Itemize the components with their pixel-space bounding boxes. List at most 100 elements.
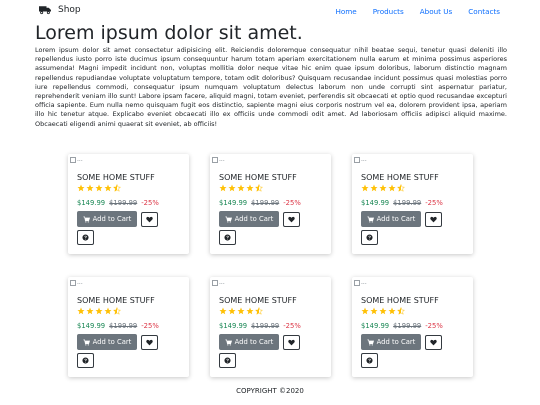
add-to-cart-label: Add to Cart	[92, 215, 132, 223]
product-old-price: $199.99	[251, 322, 280, 330]
star-icon	[104, 307, 112, 315]
product-name: SOME HOME STUFF	[77, 296, 155, 305]
add-to-cart-button[interactable]: Add to Cart	[77, 334, 137, 350]
star-icon	[255, 307, 263, 315]
product-card: ... SOME HOME STUFF $149.99 $199.99 -25% Add …	[210, 154, 331, 254]
help-button[interactable]	[77, 230, 94, 245]
product-name: SOME HOME STUFF	[219, 296, 297, 305]
help-button[interactable]	[77, 353, 94, 368]
product-image: ...	[70, 156, 83, 163]
add-to-cart-button[interactable]: Add to Cart	[361, 211, 421, 227]
favorite-button[interactable]	[141, 212, 158, 227]
star-icon	[104, 184, 112, 192]
star-icon	[113, 307, 121, 315]
star-icon	[237, 184, 245, 192]
product-prices: $149.99 $199.99 -25%	[219, 199, 301, 207]
product-card: ... SOME HOME STUFF $149.99 $199.99 -25% Add …	[210, 277, 331, 377]
star-icon	[95, 184, 103, 192]
star-icon	[397, 307, 405, 315]
cart-icon	[367, 216, 374, 223]
add-to-cart-button[interactable]: Add to Cart	[77, 211, 137, 227]
star-icon	[228, 184, 236, 192]
help-button[interactable]	[219, 353, 236, 368]
favorite-button[interactable]	[283, 335, 300, 350]
cart-icon	[225, 339, 232, 346]
star-icon	[361, 184, 369, 192]
product-image: ...	[212, 156, 225, 163]
cart-icon	[83, 216, 90, 223]
product-card: ... SOME HOME STUFF $149.99 $199.99 -25% Add …	[68, 277, 189, 377]
favorite-button[interactable]	[425, 212, 442, 227]
product-image-alt: ...	[77, 156, 83, 163]
truck-icon	[39, 6, 51, 15]
cart-icon	[225, 216, 232, 223]
add-to-cart-label: Add to Cart	[234, 338, 274, 346]
star-icon	[246, 184, 254, 192]
product-rating	[361, 184, 405, 192]
product-price: $149.99	[219, 322, 248, 330]
question-circle-icon	[224, 357, 231, 364]
navbar: Shop Home Products About Us Contacts	[0, 0, 540, 24]
product-name: SOME HOME STUFF	[361, 296, 439, 305]
product-discount: -25%	[283, 322, 301, 330]
star-icon	[370, 184, 378, 192]
nav-link-home[interactable]: Home	[335, 7, 356, 16]
broken-image-icon	[70, 279, 76, 286]
cart-icon	[83, 339, 90, 346]
star-icon	[86, 307, 94, 315]
heart-icon	[288, 339, 295, 346]
product-rating	[219, 184, 263, 192]
heart-icon	[146, 339, 153, 346]
star-icon	[95, 307, 103, 315]
product-prices: $149.99 $199.99 -25%	[361, 199, 443, 207]
broken-image-icon	[354, 279, 360, 286]
help-button[interactable]	[361, 353, 378, 368]
product-card: ... SOME HOME STUFF $149.99 $199.99 -25% Add …	[68, 154, 189, 254]
product-prices: $149.99 $199.99 -25%	[361, 322, 443, 330]
heart-icon	[146, 216, 153, 223]
brand-label: Shop	[58, 5, 81, 15]
star-icon	[237, 307, 245, 315]
product-image: ...	[70, 279, 83, 286]
star-icon	[219, 307, 227, 315]
favorite-button[interactable]	[425, 335, 442, 350]
star-icon	[397, 184, 405, 192]
product-name: SOME HOME STUFF	[219, 173, 297, 182]
product-old-price: $199.99	[251, 199, 280, 207]
star-icon	[361, 307, 369, 315]
brand[interactable]: Shop	[39, 5, 81, 15]
add-to-cart-button[interactable]: Add to Cart	[219, 334, 279, 350]
product-price: $149.99	[361, 199, 390, 207]
product-image: ...	[212, 279, 225, 286]
question-circle-icon	[366, 234, 373, 241]
favorite-button[interactable]	[283, 212, 300, 227]
product-name: SOME HOME STUFF	[77, 173, 155, 182]
product-price: $149.99	[77, 199, 106, 207]
product-rating	[219, 307, 263, 315]
help-button[interactable]	[361, 230, 378, 245]
product-price: $149.99	[219, 199, 248, 207]
add-to-cart-button[interactable]: Add to Cart	[361, 334, 421, 350]
nav-link-about-us[interactable]: About Us	[420, 7, 453, 16]
product-image-alt: ...	[219, 156, 225, 163]
product-price: $149.99	[361, 322, 390, 330]
product-discount: -25%	[283, 199, 301, 207]
nav-link-products[interactable]: Products	[373, 7, 404, 16]
product-image-alt: ...	[219, 279, 225, 286]
add-to-cart-button[interactable]: Add to Cart	[219, 211, 279, 227]
product-prices: $149.99 $199.99 -25%	[219, 322, 301, 330]
broken-image-icon	[212, 156, 218, 163]
favorite-button[interactable]	[141, 335, 158, 350]
product-image-alt: ...	[77, 279, 83, 286]
product-rating	[361, 307, 405, 315]
help-button[interactable]	[219, 230, 236, 245]
broken-image-icon	[354, 156, 360, 163]
cart-icon	[367, 339, 374, 346]
product-discount: -25%	[141, 199, 159, 207]
star-icon	[86, 184, 94, 192]
product-card: ... SOME HOME STUFF $149.99 $199.99 -25% Add …	[352, 277, 473, 377]
nav-link-contacts[interactable]: Contacts	[468, 7, 500, 16]
product-old-price: $199.99	[109, 322, 138, 330]
product-discount: -25%	[425, 199, 443, 207]
page-title: Lorem ipsum dolor sit amet.	[35, 22, 303, 44]
